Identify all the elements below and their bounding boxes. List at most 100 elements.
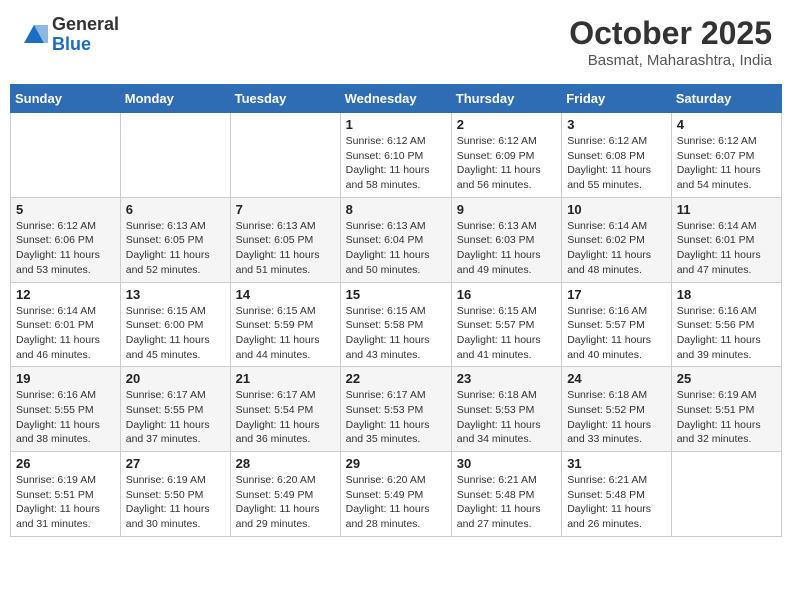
calendar-cell: 15 Sunrise: 6:15 AMSunset: 5:58 PMDayligh… xyxy=(340,282,451,367)
calendar-cell: 21 Sunrise: 6:17 AMSunset: 5:54 PMDayligh… xyxy=(230,367,340,452)
calendar-cell: 11Sunrise: 6:14 AMSunset: 6:01 PMDayligh… xyxy=(671,197,781,282)
calendar-cell xyxy=(671,452,781,537)
day-number: 12 xyxy=(16,287,115,302)
calendar-cell: 8 Sunrise: 6:13 AMSunset: 6:04 PMDaylight… xyxy=(340,197,451,282)
week-row-4: 19 Sunrise: 6:16 AMSunset: 5:55 PMDayligh… xyxy=(11,367,782,452)
day-info: Sunrise: 6:16 AMSunset: 5:55 PMDaylight:… xyxy=(16,388,115,447)
day-number: 23 xyxy=(457,371,556,386)
calendar-cell: 26 Sunrise: 6:19 AMSunset: 5:51 PMDayligh… xyxy=(11,452,121,537)
day-info: Sunrise: 6:17 AMSunset: 5:53 PMDaylight:… xyxy=(346,388,446,447)
day-number: 14 xyxy=(236,287,335,302)
week-row-5: 26 Sunrise: 6:19 AMSunset: 5:51 PMDayligh… xyxy=(11,452,782,537)
calendar-cell: 1 Sunrise: 6:12 AMSunset: 6:10 PMDaylight… xyxy=(340,113,451,198)
weekday-header-wednesday: Wednesday xyxy=(340,85,451,113)
day-number: 26 xyxy=(16,456,115,471)
logo-general-text: General xyxy=(52,15,119,35)
weekday-header-thursday: Thursday xyxy=(451,85,561,113)
weekday-header-friday: Friday xyxy=(562,85,672,113)
day-number: 29 xyxy=(346,456,446,471)
day-number: 3 xyxy=(567,117,666,132)
day-info: Sunrise: 6:19 AMSunset: 5:51 PMDaylight:… xyxy=(16,473,115,532)
day-number: 28 xyxy=(236,456,335,471)
calendar-cell: 30 Sunrise: 6:21 AMSunset: 5:48 PMDayligh… xyxy=(451,452,561,537)
day-number: 7 xyxy=(236,202,335,217)
day-info: Sunrise: 6:15 AMSunset: 5:58 PMDaylight:… xyxy=(346,304,446,363)
calendar-cell: 27 Sunrise: 6:19 AMSunset: 5:50 PMDayligh… xyxy=(120,452,230,537)
calendar-cell: 2 Sunrise: 6:12 AMSunset: 6:09 PMDaylight… xyxy=(451,113,561,198)
day-number: 2 xyxy=(457,117,556,132)
day-number: 20 xyxy=(126,371,225,386)
day-info: Sunrise: 6:21 AMSunset: 5:48 PMDaylight:… xyxy=(567,473,666,532)
day-info: Sunrise: 6:18 AMSunset: 5:53 PMDaylight:… xyxy=(457,388,556,447)
calendar-cell: 22 Sunrise: 6:17 AMSunset: 5:53 PMDayligh… xyxy=(340,367,451,452)
day-number: 18 xyxy=(677,287,776,302)
day-info: Sunrise: 6:14 AMSunset: 6:02 PMDaylight:… xyxy=(567,219,666,278)
day-number: 4 xyxy=(677,117,776,132)
day-info: Sunrise: 6:12 AMSunset: 6:07 PMDaylight:… xyxy=(677,134,776,193)
day-number: 10 xyxy=(567,202,666,217)
day-info: Sunrise: 6:15 AMSunset: 5:57 PMDaylight:… xyxy=(457,304,556,363)
day-info: Sunrise: 6:16 AMSunset: 5:57 PMDaylight:… xyxy=(567,304,666,363)
day-info: Sunrise: 6:20 AMSunset: 5:49 PMDaylight:… xyxy=(236,473,335,532)
calendar-cell: 17 Sunrise: 6:16 AMSunset: 5:57 PMDayligh… xyxy=(562,282,672,367)
calendar-table: SundayMondayTuesdayWednesdayThursdayFrid… xyxy=(10,84,782,537)
day-info: Sunrise: 6:13 AMSunset: 6:04 PMDaylight:… xyxy=(346,219,446,278)
day-info: Sunrise: 6:15 AMSunset: 6:00 PMDaylight:… xyxy=(126,304,225,363)
calendar-cell xyxy=(230,113,340,198)
day-info: Sunrise: 6:19 AMSunset: 5:50 PMDaylight:… xyxy=(126,473,225,532)
week-row-3: 12 Sunrise: 6:14 AMSunset: 6:01 PMDayligh… xyxy=(11,282,782,367)
calendar-cell: 29 Sunrise: 6:20 AMSunset: 5:49 PMDayligh… xyxy=(340,452,451,537)
day-number: 8 xyxy=(346,202,446,217)
day-number: 25 xyxy=(677,371,776,386)
day-number: 19 xyxy=(16,371,115,386)
calendar-cell: 19 Sunrise: 6:16 AMSunset: 5:55 PMDayligh… xyxy=(11,367,121,452)
week-row-1: 1 Sunrise: 6:12 AMSunset: 6:10 PMDaylight… xyxy=(11,113,782,198)
calendar-cell: 7Sunrise: 6:13 AMSunset: 6:05 PMDaylight… xyxy=(230,197,340,282)
calendar-cell: 16 Sunrise: 6:15 AMSunset: 5:57 PMDayligh… xyxy=(451,282,561,367)
day-info: Sunrise: 6:12 AMSunset: 6:09 PMDaylight:… xyxy=(457,134,556,193)
day-info: Sunrise: 6:17 AMSunset: 5:54 PMDaylight:… xyxy=(236,388,335,447)
day-info: Sunrise: 6:18 AMSunset: 5:52 PMDaylight:… xyxy=(567,388,666,447)
calendar-cell: 12 Sunrise: 6:14 AMSunset: 6:01 PMDayligh… xyxy=(11,282,121,367)
weekday-header-sunday: Sunday xyxy=(11,85,121,113)
day-info: Sunrise: 6:12 AMSunset: 6:06 PMDaylight:… xyxy=(16,219,115,278)
day-info: Sunrise: 6:12 AMSunset: 6:10 PMDaylight:… xyxy=(346,134,446,193)
calendar-cell: 31 Sunrise: 6:21 AMSunset: 5:48 PMDayligh… xyxy=(562,452,672,537)
day-number: 17 xyxy=(567,287,666,302)
day-number: 24 xyxy=(567,371,666,386)
calendar-cell xyxy=(120,113,230,198)
logo-icon xyxy=(20,21,48,49)
page-header: General Blue October 2025 Basmat, Mahara… xyxy=(10,10,782,74)
calendar-cell: 28 Sunrise: 6:20 AMSunset: 5:49 PMDayligh… xyxy=(230,452,340,537)
weekday-header-saturday: Saturday xyxy=(671,85,781,113)
day-info: Sunrise: 6:21 AMSunset: 5:48 PMDaylight:… xyxy=(457,473,556,532)
calendar-cell: 6Sunrise: 6:13 AMSunset: 6:05 PMDaylight… xyxy=(120,197,230,282)
day-info: Sunrise: 6:17 AMSunset: 5:55 PMDaylight:… xyxy=(126,388,225,447)
calendar-cell xyxy=(11,113,121,198)
day-info: Sunrise: 6:14 AMSunset: 6:01 PMDaylight:… xyxy=(16,304,115,363)
day-number: 31 xyxy=(567,456,666,471)
logo-blue-text: Blue xyxy=(52,35,119,55)
calendar-cell: 18 Sunrise: 6:16 AMSunset: 5:56 PMDayligh… xyxy=(671,282,781,367)
day-info: Sunrise: 6:20 AMSunset: 5:49 PMDaylight:… xyxy=(346,473,446,532)
calendar-cell: 13 Sunrise: 6:15 AMSunset: 6:00 PMDayligh… xyxy=(120,282,230,367)
day-number: 30 xyxy=(457,456,556,471)
week-row-2: 5Sunrise: 6:12 AMSunset: 6:06 PMDaylight… xyxy=(11,197,782,282)
weekday-header-monday: Monday xyxy=(120,85,230,113)
calendar-cell: 4 Sunrise: 6:12 AMSunset: 6:07 PMDaylight… xyxy=(671,113,781,198)
day-number: 16 xyxy=(457,287,556,302)
calendar-cell: 25 Sunrise: 6:19 AMSunset: 5:51 PMDayligh… xyxy=(671,367,781,452)
calendar-cell: 5Sunrise: 6:12 AMSunset: 6:06 PMDaylight… xyxy=(11,197,121,282)
day-info: Sunrise: 6:13 AMSunset: 6:05 PMDaylight:… xyxy=(126,219,225,278)
day-number: 15 xyxy=(346,287,446,302)
day-number: 22 xyxy=(346,371,446,386)
day-number: 13 xyxy=(126,287,225,302)
day-number: 27 xyxy=(126,456,225,471)
calendar-cell: 10 Sunrise: 6:14 AMSunset: 6:02 PMDayligh… xyxy=(562,197,672,282)
day-number: 1 xyxy=(346,117,446,132)
day-info: Sunrise: 6:19 AMSunset: 5:51 PMDaylight:… xyxy=(677,388,776,447)
day-info: Sunrise: 6:16 AMSunset: 5:56 PMDaylight:… xyxy=(677,304,776,363)
day-number: 9 xyxy=(457,202,556,217)
calendar-cell: 3Sunrise: 6:12 AMSunset: 6:08 PMDaylight… xyxy=(562,113,672,198)
day-number: 21 xyxy=(236,371,335,386)
